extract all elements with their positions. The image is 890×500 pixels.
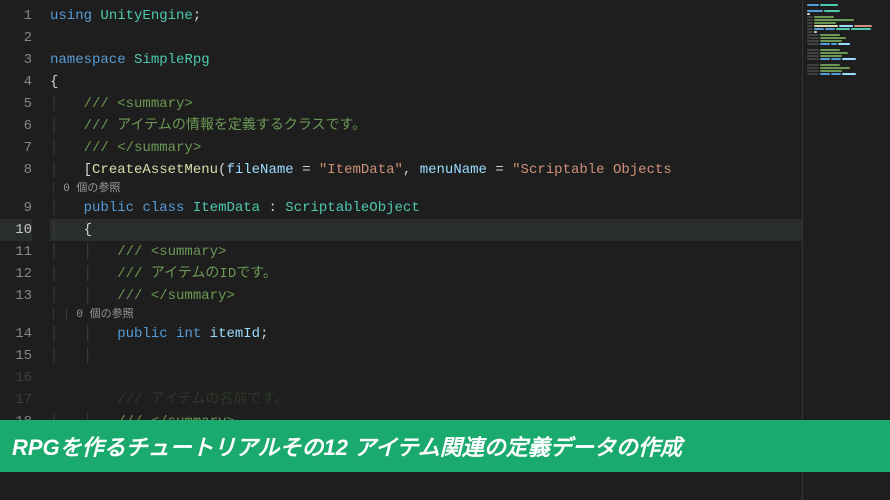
line-number: 2 [0,27,32,49]
line-number: 11 [0,241,32,263]
codelens-references[interactable]: │ 0 個の参照 [50,181,890,197]
codelens-references[interactable]: │ │ 0 個の参照 [50,307,890,323]
code-line[interactable]: │ │ public int itemId; [50,323,890,345]
code-line[interactable]: │ /// アイテムの情報を定義するクラスです。 [50,115,890,137]
line-number: 17 [0,389,32,411]
tutorial-banner: RPGを作るチュートリアルその12 アイテム関連の定義データの作成 [0,420,890,472]
line-number: 16 [0,367,32,389]
line-number: 3 [0,49,32,71]
code-line[interactable]: │ /// </summary> [50,137,890,159]
code-line[interactable]: │ │ /// アイテムのIDです。 [50,263,890,285]
line-number: 5 [0,93,32,115]
code-line[interactable]: using UnityEngine; [50,5,890,27]
code-line[interactable]: │ │ [50,345,890,367]
line-number-current: 10 [0,219,32,241]
line-number: 4 [0,71,32,93]
line-number: 6 [0,115,32,137]
code-line[interactable]: │ /// <summary> [50,93,890,115]
code-line[interactable]: │ │ /// </summary> [50,285,890,307]
code-line[interactable]: │ public class ItemData : ScriptableObje… [50,197,890,219]
code-line[interactable]: │ │ /// アイテムの名前です。 [50,389,890,411]
line-number: 12 [0,263,32,285]
minimap-content [803,0,890,80]
code-line[interactable]: { [50,71,890,93]
banner-title: RPGを作るチュートリアルその12 アイテム関連の定義データの作成 [12,430,682,462]
line-number: 8 [0,159,32,181]
code-line-current[interactable]: │ { [50,219,890,241]
line-number: 13 [0,285,32,307]
line-number: 9 [0,197,32,219]
code-line[interactable] [50,27,890,49]
code-line[interactable]: │ [CreateAssetMenu(fileName = "ItemData"… [50,159,890,181]
line-number: 15 [0,345,32,367]
line-number: 1 [0,5,32,27]
code-line[interactable]: │ │ /// <summary> [50,241,890,263]
line-number: 14 [0,323,32,345]
code-line[interactable]: namespace SimpleRpg [50,49,890,71]
line-number: 7 [0,137,32,159]
code-line[interactable]: │ │ [50,367,890,389]
